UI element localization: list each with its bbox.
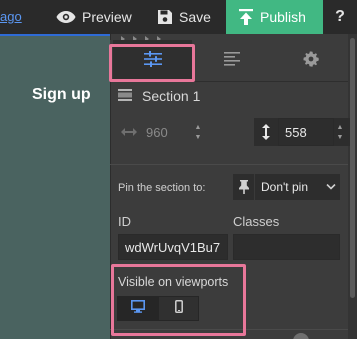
publish-button[interactable]: Publish [226,0,323,34]
height-stepper[interactable]: ▲ ▼ [334,118,350,146]
classes-input[interactable] [233,234,340,260]
vertical-resize-icon [254,118,278,146]
classes-label: Classes [233,214,280,229]
preview-button[interactable]: Preview [56,0,132,34]
id-label: ID [118,214,131,229]
sliders-icon [143,50,162,72]
pin-icon [233,174,255,200]
height-field: ▲ ▼ [254,118,350,146]
preview-label: Preview [82,9,132,25]
chevron-up-icon[interactable]: ▲ [334,124,346,131]
width-stepper[interactable]: ▲ ▼ [192,118,204,146]
floppy-disk-icon [157,9,173,25]
gear-icon [303,51,319,72]
eye-icon [56,10,76,24]
height-input[interactable] [278,118,334,146]
tab-settings[interactable] [271,40,350,82]
viewport-desktop-button[interactable] [117,296,158,321]
chevron-down-icon[interactable]: ▼ [334,134,346,141]
chevron-up-icon[interactable]: ▲ [192,124,204,131]
id-input[interactable] [118,234,228,260]
chevron-down-icon [322,184,340,190]
viewports-label: Visible on viewports [118,275,229,289]
width-input[interactable] [140,118,192,146]
help-button[interactable]: ? [323,0,357,34]
canvas-selection-line [0,34,110,36]
viewport-mobile-button[interactable] [158,296,199,321]
pin-select[interactable]: Don't pin [233,174,340,200]
save-button[interactable]: Save [157,0,211,34]
upload-icon [238,8,254,26]
save-label: Save [179,9,211,25]
panel-tab-bar [110,40,348,82]
tab-layout[interactable] [192,40,271,82]
horizontal-resize-icon [118,118,140,146]
section-header: Section 1 [118,86,200,106]
top-toolbar: ago Preview Save Publish ? [0,0,357,34]
align-left-icon [223,51,240,71]
scrollbar-thumb[interactable] [350,38,355,298]
width-field: ▲ ▼ [118,118,204,146]
section-title: Section 1 [142,88,201,104]
viewport-divider [110,329,348,330]
canvas-heading[interactable]: Sign up [32,86,91,104]
mobile-icon [174,299,183,318]
chevron-down-icon[interactable]: ▼ [192,134,204,141]
viewport-toggle-group [117,296,199,321]
history-link[interactable]: ago [0,9,22,24]
desktop-icon [130,299,145,318]
section-divider [110,164,348,165]
tab-style[interactable] [113,40,192,82]
help-label: ? [335,8,345,25]
pin-label: Pin the section to: [118,182,206,194]
section-icon [118,88,132,104]
publish-label: Publish [260,9,306,25]
pin-value: Don't pin [261,180,308,194]
